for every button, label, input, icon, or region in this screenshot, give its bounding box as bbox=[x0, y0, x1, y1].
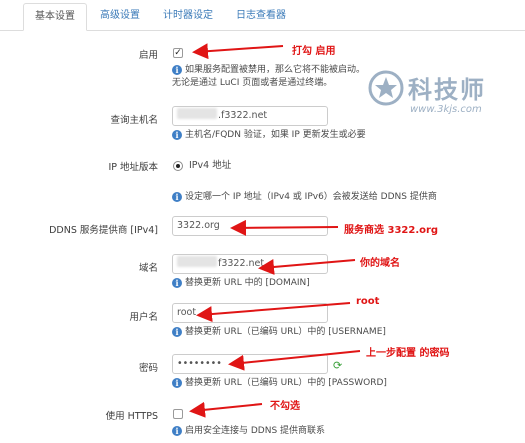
annotation-enable: 打勾 启用 bbox=[292, 46, 336, 57]
annotation-username: root bbox=[356, 296, 380, 307]
arrow-enable bbox=[192, 43, 284, 60]
arrow-https bbox=[189, 401, 263, 418]
annotation-arrows bbox=[189, 43, 361, 418]
annotation-domain: 你的域名 bbox=[360, 258, 400, 269]
annotation-password: 上一步配置 的密码 bbox=[366, 348, 450, 359]
arrow-domain bbox=[258, 259, 356, 275]
arrow-password bbox=[228, 350, 361, 371]
annotation-https: 不勾选 bbox=[270, 401, 300, 412]
annotation-provider: 服务商选 3322.org bbox=[344, 225, 439, 236]
arrow-username bbox=[196, 302, 351, 323]
arrow-provider bbox=[230, 219, 339, 236]
